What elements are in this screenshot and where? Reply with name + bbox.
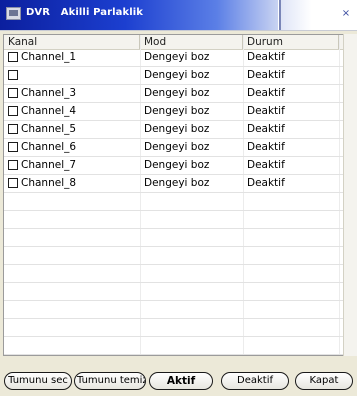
checkbox-icon[interactable]	[8, 52, 18, 62]
table-row[interactable]: Channel_3 Dengeyi boz Deaktif	[4, 85, 345, 103]
table-row[interactable]: Channel_4 Dengeyi boz Deaktif	[4, 103, 345, 121]
channel-name: Channel_7	[21, 159, 77, 171]
channel-name: Channel_8	[21, 177, 77, 189]
table-row[interactable]: Channel_6 Dengeyi boz Deaktif	[4, 139, 345, 157]
channel-list[interactable]: Kanal Mod Durum Channel_1 Dengeyi boz Deak…	[3, 34, 346, 356]
checkbox-icon[interactable]	[8, 178, 18, 188]
select-all-button[interactable]: Tumunu sec	[4, 372, 72, 390]
table-row[interactable]: Dengeyi boz Deaktif	[4, 67, 345, 85]
mod-cell: Dengeyi boz	[144, 51, 210, 63]
durum-cell: Deaktif	[247, 69, 285, 81]
kanal-cell: Channel_7	[4, 157, 140, 175]
window-title: DVR Akilli Parlaklik	[26, 7, 144, 18]
list-scroll-area	[343, 34, 357, 356]
checkbox-icon[interactable]	[8, 88, 18, 98]
button-bar: Tumunu sec Tumunu temizle Aktif Deaktif …	[0, 366, 357, 396]
mod-cell: Dengeyi boz	[144, 123, 210, 135]
mod-cell: Dengeyi boz	[144, 105, 210, 117]
table-row[interactable]: Channel_1 Dengeyi boz Deaktif	[4, 49, 345, 67]
mod-cell: Dengeyi boz	[144, 177, 210, 189]
checkbox-icon[interactable]	[8, 124, 18, 134]
checkbox-icon[interactable]	[8, 160, 18, 170]
durum-cell: Deaktif	[247, 177, 285, 189]
deactivate-button[interactable]: Deaktif	[221, 372, 289, 390]
mod-cell: Dengeyi boz	[144, 69, 210, 81]
empty-row	[4, 265, 345, 283]
kanal-cell: Channel_6	[4, 139, 140, 157]
mod-cell: Dengeyi boz	[144, 87, 210, 99]
close-button[interactable]: Kapat	[295, 372, 353, 390]
channel-name: Channel_4	[21, 105, 77, 117]
durum-cell: Deaktif	[247, 141, 285, 153]
kanal-cell: Channel_1	[4, 49, 140, 67]
empty-row	[4, 193, 345, 211]
close-icon[interactable]: ×	[338, 6, 354, 22]
title-bar-active: DVR Akilli Parlaklik	[0, 0, 278, 30]
empty-row	[4, 247, 345, 265]
channel-name: Channel_6	[21, 141, 77, 153]
kanal-cell: Channel_8	[4, 175, 140, 193]
empty-row	[4, 301, 345, 319]
durum-cell: Deaktif	[247, 87, 285, 99]
dvr-app-icon	[6, 7, 21, 20]
column-header-mod[interactable]: Mod	[140, 35, 243, 49]
checkbox-icon[interactable]	[8, 70, 18, 80]
durum-cell: Deaktif	[247, 105, 285, 117]
empty-row	[4, 211, 345, 229]
empty-row	[4, 229, 345, 247]
mod-cell: Dengeyi boz	[144, 141, 210, 153]
checkbox-icon[interactable]	[8, 106, 18, 116]
kanal-cell	[4, 67, 140, 85]
divider	[0, 30, 357, 31]
durum-cell: Deaktif	[247, 123, 285, 135]
empty-row	[4, 337, 345, 355]
kanal-cell: Channel_3	[4, 85, 140, 103]
column-header-durum[interactable]: Durum	[243, 35, 339, 49]
channel-name: Channel_5	[21, 123, 77, 135]
checkbox-icon[interactable]	[8, 142, 18, 152]
empty-row	[4, 283, 345, 301]
channel-name: Channel_1	[21, 51, 77, 63]
clear-all-button[interactable]: Tumunu temizle	[74, 372, 146, 390]
durum-cell: Deaktif	[247, 51, 285, 63]
column-header-kanal[interactable]: Kanal	[4, 35, 140, 49]
empty-row	[4, 319, 345, 337]
kanal-cell: Channel_4	[4, 103, 140, 121]
table-row[interactable]: Channel_7 Dengeyi boz Deaktif	[4, 157, 345, 175]
list-header: Kanal Mod Durum	[4, 35, 345, 50]
title-bar[interactable]: DVR Akilli Parlaklik ×	[0, 0, 357, 30]
table-row[interactable]: Channel_8 Dengeyi boz Deaktif	[4, 175, 345, 193]
durum-cell: Deaktif	[247, 159, 285, 171]
mod-cell: Dengeyi boz	[144, 159, 210, 171]
kanal-cell: Channel_5	[4, 121, 140, 139]
channel-name: Channel_3	[21, 87, 77, 99]
table-row[interactable]: Channel_5 Dengeyi boz Deaktif	[4, 121, 345, 139]
activate-button[interactable]: Aktif	[149, 372, 213, 390]
